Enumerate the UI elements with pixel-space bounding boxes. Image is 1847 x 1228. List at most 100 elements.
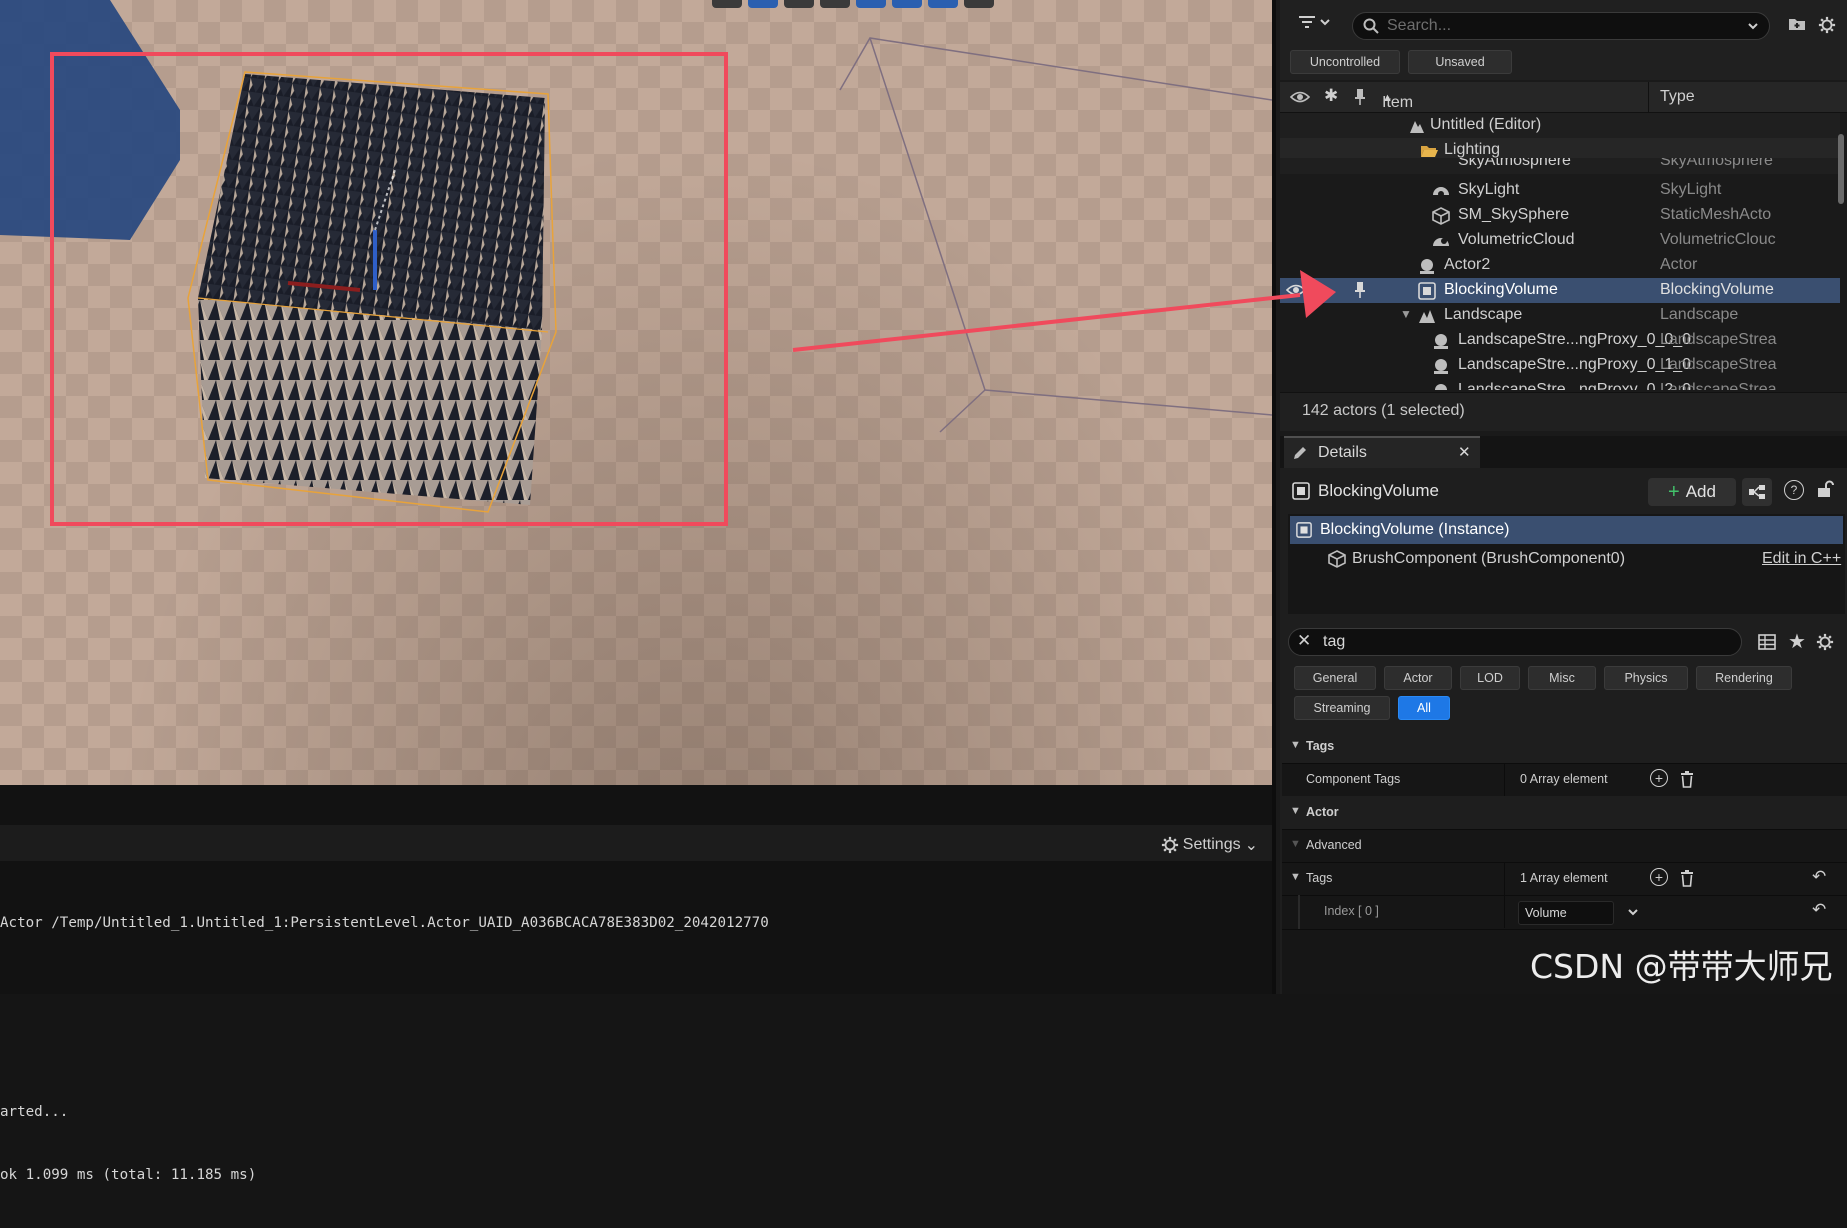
component-label: BrushComponent (BrushComponent0): [1352, 550, 1626, 567]
property-actor-tags: ▼ Tags 1 Array element + ↶: [1282, 862, 1847, 896]
add-element-icon[interactable]: +: [1650, 769, 1668, 787]
chevron-down-icon[interactable]: [1626, 907, 1640, 917]
details-search-input[interactable]: ✕ tag: [1288, 628, 1742, 656]
section-tags[interactable]: ▼ Tags: [1282, 730, 1847, 764]
outliner-scrollbar[interactable]: [1838, 134, 1844, 204]
outliner-row-landscape[interactable]: ▼ Landscape Landscape: [1280, 303, 1840, 328]
unsaved-filter-button[interactable]: Unsaved: [1408, 50, 1512, 74]
close-icon[interactable]: ✕: [1458, 443, 1471, 461]
sky-shadow-region: [0, 0, 180, 240]
expand-arrow-icon: ▼: [1290, 838, 1301, 850]
eye-icon[interactable]: [1290, 90, 1310, 104]
filter-icon: [1299, 16, 1315, 28]
category-all-button[interactable]: All: [1398, 696, 1450, 720]
filter-button[interactable]: [1298, 14, 1331, 30]
category-general-button[interactable]: General: [1294, 666, 1376, 690]
eye-icon[interactable]: [1286, 283, 1306, 297]
help-icon[interactable]: ?: [1784, 480, 1804, 500]
trash-icon[interactable]: [1680, 770, 1694, 788]
trash-icon[interactable]: [1680, 869, 1694, 887]
outliner-row-label: Untitled (Editor): [1430, 116, 1542, 133]
world-icon: [1410, 121, 1424, 133]
property-label: Tags: [1306, 871, 1333, 885]
uncontrolled-filter-button[interactable]: Uncontrolled: [1290, 50, 1400, 74]
add-component-button[interactable]: + Add: [1648, 478, 1736, 506]
level-viewport[interactable]: [0, 0, 1272, 785]
category-rendering-button[interactable]: Rendering: [1696, 666, 1792, 690]
details-tab[interactable]: Details ✕: [1284, 436, 1480, 468]
star-icon[interactable]: ★: [1788, 629, 1806, 654]
outliner-settings-button[interactable]: [1818, 16, 1836, 37]
outliner-row-sm-skysphere[interactable]: SM_SkySphere StaticMeshActo: [1280, 203, 1840, 228]
pin-icon[interactable]: [1354, 88, 1366, 106]
outliner-row-landscape-proxy[interactable]: LandscapeStre...ngProxy_0_1_0 LandscapeS…: [1280, 353, 1840, 378]
type-column[interactable]: Type: [1660, 88, 1695, 106]
outliner-row-untitled[interactable]: Untitled (Editor): [1280, 113, 1840, 138]
tag-value-input[interactable]: Volume: [1518, 901, 1614, 925]
outliner-row-volumetriccloud[interactable]: VolumetricCloud VolumetricClouc: [1280, 228, 1840, 253]
outliner-row-label: BlockingVolume: [1444, 281, 1558, 298]
category-physics-button[interactable]: Physics: [1604, 666, 1688, 690]
new-folder-button[interactable]: [1788, 16, 1806, 35]
blocking-volume-icon: [1418, 282, 1436, 300]
chevron-down-icon[interactable]: [1747, 21, 1759, 31]
log-settings-label: Settings: [1182, 836, 1241, 853]
expand-arrow-icon[interactable]: ▼: [1290, 871, 1301, 883]
log-lines: Actor /Temp/Untitled_1.Untitled_1:Persis…: [0, 871, 769, 1228]
outliner-row-type: VolumetricClouc: [1660, 231, 1776, 248]
outliner-row-type: LandscapeStrea: [1660, 331, 1777, 348]
section-actor[interactable]: ▼ Actor: [1282, 796, 1847, 830]
expand-arrow-icon[interactable]: ▼: [1400, 307, 1412, 321]
pin-icon[interactable]: [1354, 281, 1366, 299]
outliner-row-skylight[interactable]: SkyLight SkyLight: [1280, 178, 1840, 203]
table-view-icon[interactable]: [1758, 633, 1776, 651]
expand-arrow-icon: ▼: [1290, 739, 1301, 751]
subsection-advanced[interactable]: ▼ Advanced: [1282, 829, 1847, 863]
section-label: Tags: [1306, 739, 1335, 753]
outliner-row-label: VolumetricCloud: [1458, 231, 1575, 248]
search-placeholder: Search...: [1387, 17, 1452, 34]
property-value: 1 Array element: [1520, 871, 1608, 885]
outliner-search-input[interactable]: Search...: [1352, 12, 1770, 40]
category-streaming-button[interactable]: Streaming: [1294, 696, 1390, 720]
add-folder-icon: [1789, 19, 1805, 30]
reset-to-default-icon[interactable]: ↶: [1812, 900, 1826, 920]
component-tree: BlockingVolume (Instance) BrushComponent…: [1288, 514, 1845, 614]
details-tab-label: Details: [1318, 444, 1367, 461]
log-line: arted...: [0, 1104, 69, 1120]
log-line: Actor /Temp/Untitled_1.Untitled_1:Persis…: [0, 915, 769, 931]
gear-icon[interactable]: [1816, 633, 1834, 651]
outliner-row-label: Actor2: [1444, 256, 1491, 273]
outliner-row-label: LandscapeStre...ngProxy_0_1_0: [1458, 356, 1692, 373]
category-misc-button[interactable]: Misc: [1528, 666, 1596, 690]
outliner-row-actor2[interactable]: Actor2 Actor: [1280, 253, 1840, 278]
category-lod-button[interactable]: LOD: [1460, 666, 1520, 690]
section-label: Actor: [1306, 805, 1339, 819]
outliner-row-label: SkyLight: [1458, 181, 1520, 198]
outliner-row-landscape-proxy[interactable]: LandscapeStre...ngProxy_0_2_0 LandscapeS…: [1280, 378, 1840, 390]
unlock-icon[interactable]: [1816, 480, 1834, 498]
clear-search-icon[interactable]: ✕: [1297, 631, 1311, 651]
edit-in-cpp-link[interactable]: Edit in C++: [1762, 550, 1841, 568]
reset-to-default-icon[interactable]: ↶: [1812, 867, 1826, 887]
blueprint-button[interactable]: [1742, 478, 1772, 506]
skylight-icon: [1433, 187, 1449, 197]
outliner-row-skyatmosphere[interactable]: SkyAtmosphere SkyAtmosphere: [1280, 158, 1840, 174]
chevron-down-icon: ⌄: [1244, 837, 1258, 854]
viewport-scene: [0, 0, 1272, 526]
outliner-column-header: ✱ Item Label ▲ Type: [1280, 82, 1847, 129]
outliner-row-landscape-proxy[interactable]: LandscapeStre...ngProxy_0_0_0 LandscapeS…: [1280, 328, 1840, 353]
plus-icon: +: [1668, 481, 1680, 503]
log-settings-button[interactable]: Settings ⌄: [1161, 835, 1258, 855]
category-actor-button[interactable]: Actor: [1384, 666, 1452, 690]
item-label-column[interactable]: Item Label ▲: [1382, 88, 1421, 129]
right-panel: Search... Uncontrolled Unsaved ✱ Item La…: [1272, 0, 1847, 994]
component-row-brush[interactable]: BrushComponent (BrushComponent0) Edit in…: [1290, 546, 1843, 572]
add-element-icon[interactable]: +: [1650, 868, 1668, 886]
component-instance-row[interactable]: BlockingVolume (Instance): [1290, 516, 1843, 544]
property-component-tags: Component Tags 0 Array element +: [1282, 763, 1847, 797]
outliner-row-blockingvolume[interactable]: BlockingVolume BlockingVolume: [1280, 278, 1840, 303]
output-log-header: Settings ⌄: [0, 825, 1272, 861]
star-icon[interactable]: ✱: [1324, 86, 1338, 106]
